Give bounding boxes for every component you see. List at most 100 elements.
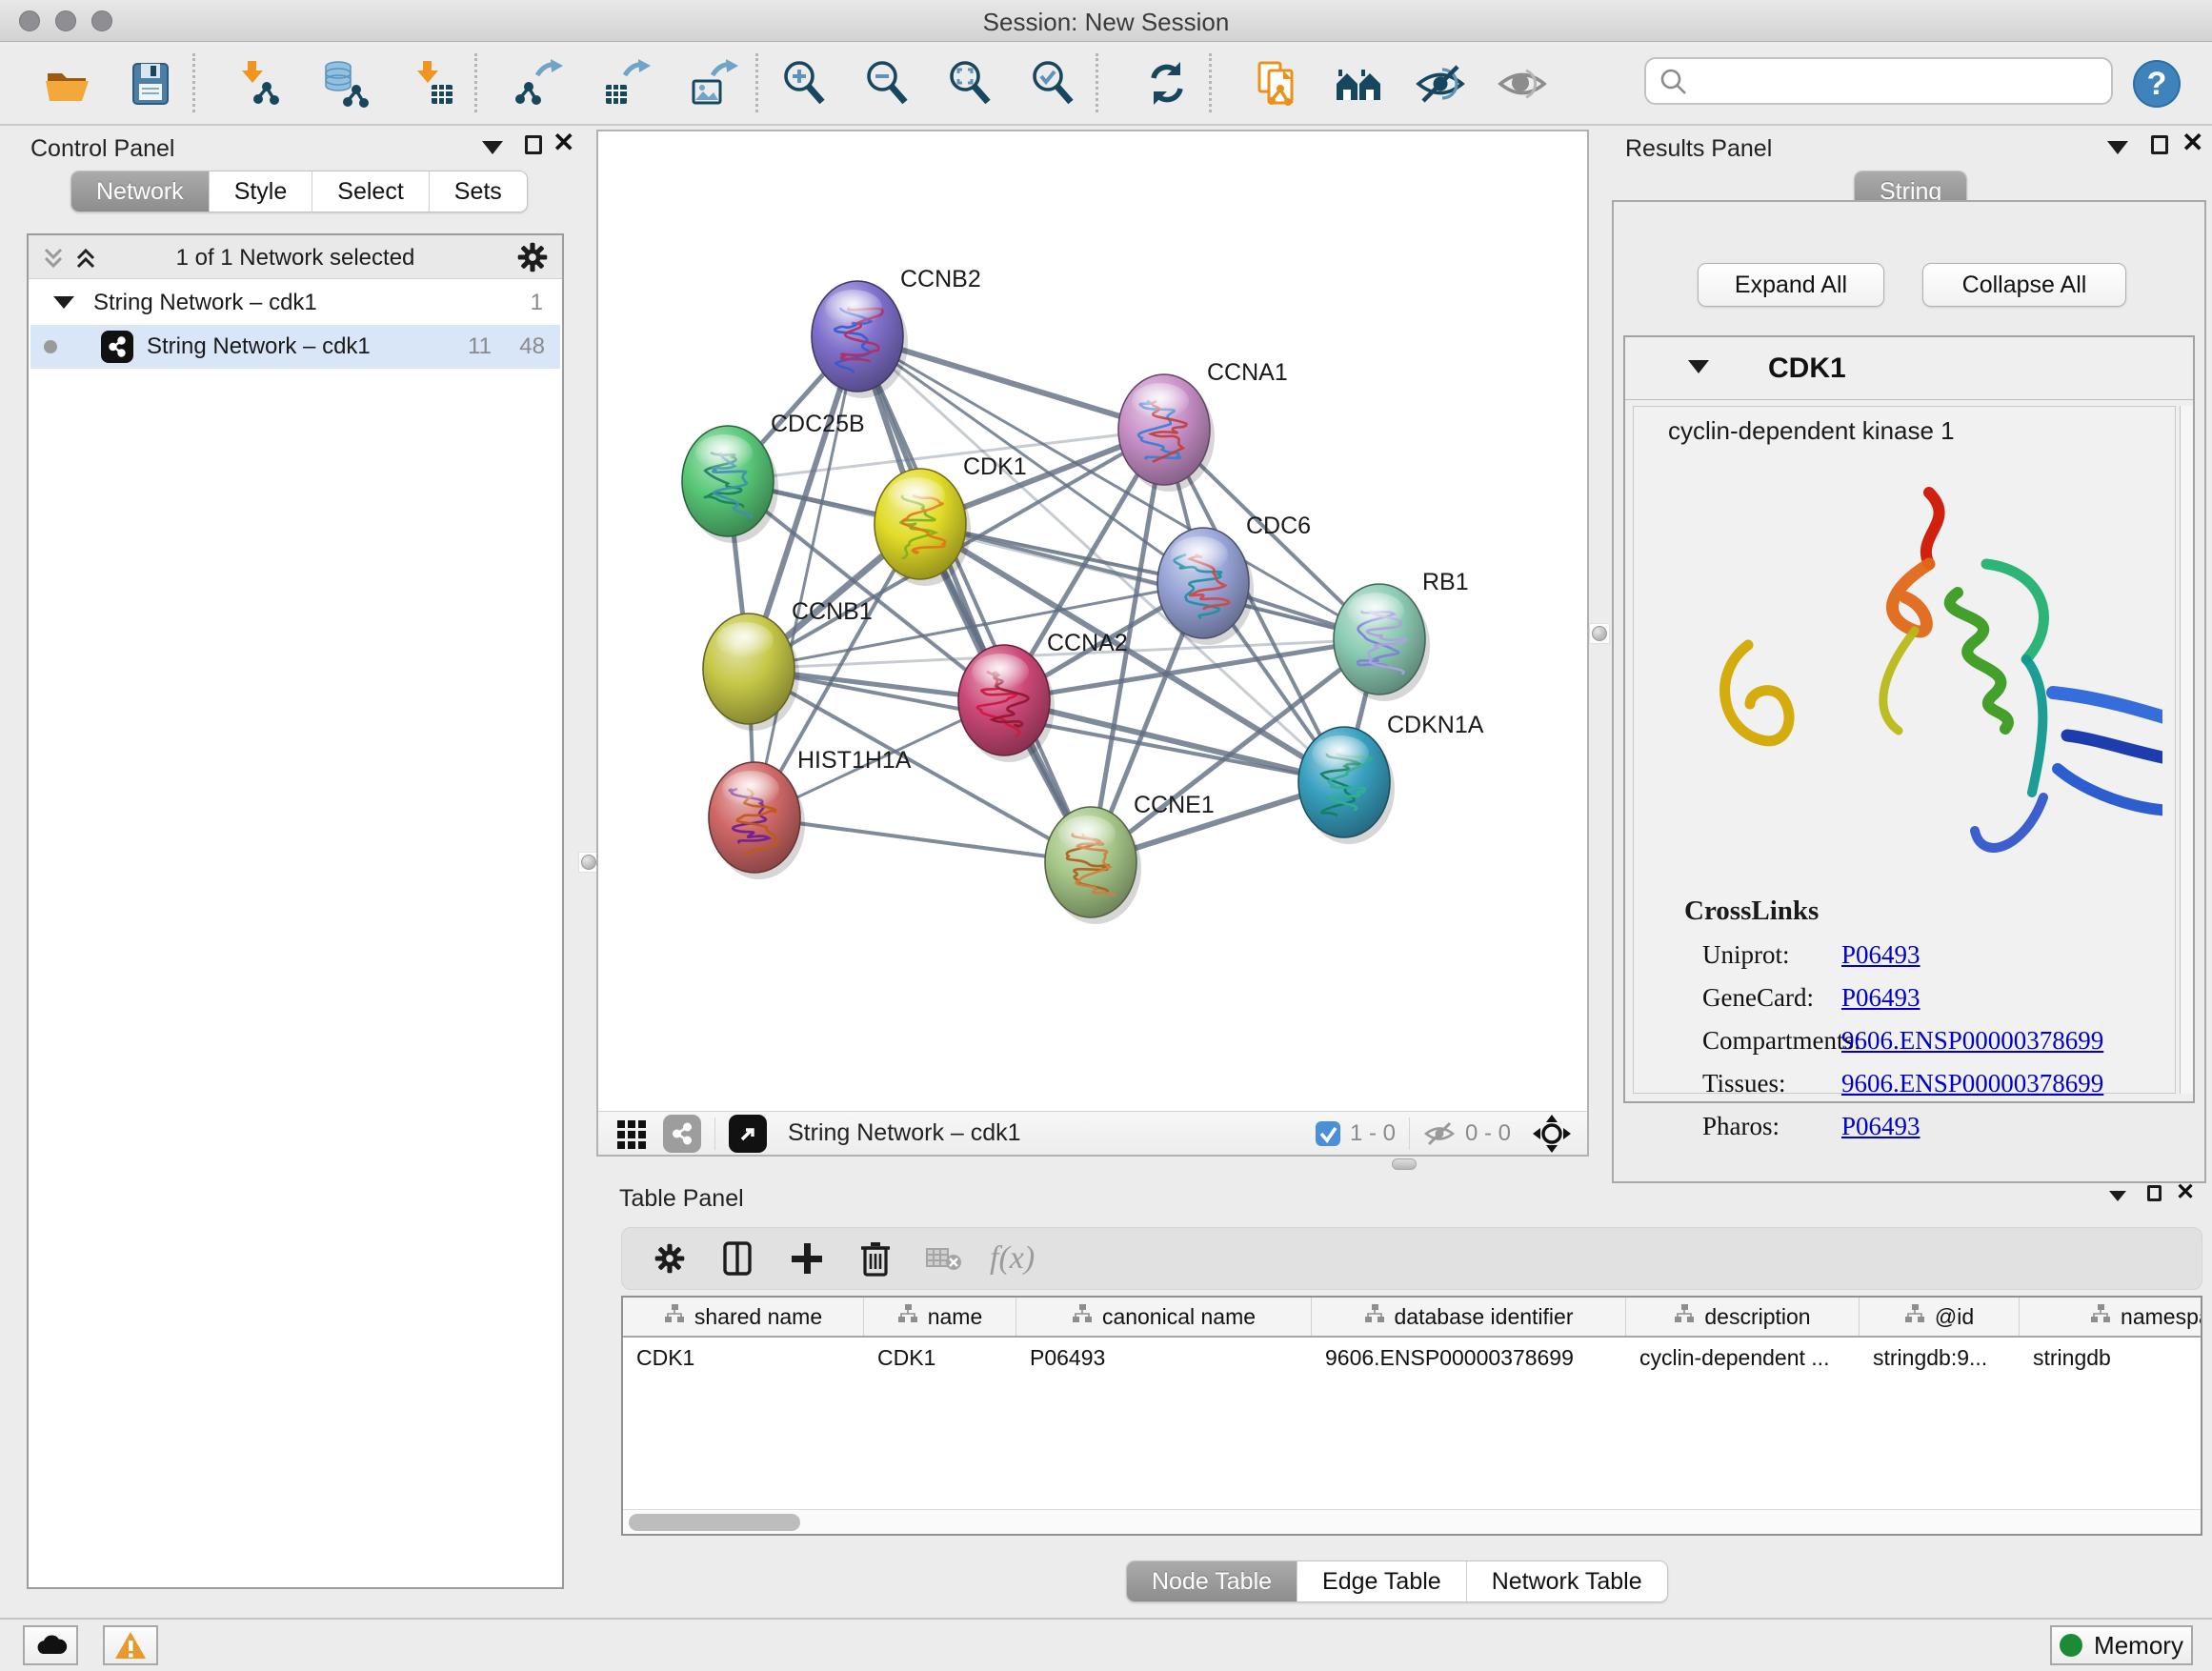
crosslink-link-pharos[interactable]: P06493 <box>1841 1112 1920 1141</box>
show-all-icon[interactable] <box>1494 55 1551 112</box>
node-CDK1[interactable]: CDK1 <box>875 453 1027 586</box>
cell[interactable]: cyclin-dependent ... <box>1626 1338 1860 1379</box>
node-CDC25B[interactable]: CDC25B <box>682 411 865 543</box>
cloud-status-button[interactable] <box>23 1625 78 1665</box>
tab-network-table[interactable]: Network Table <box>1467 1561 1667 1601</box>
node-CCNA1[interactable]: CCNA1 <box>1118 359 1288 492</box>
expand-all-button[interactable]: Expand All <box>1698 263 1884 307</box>
import-table-icon[interactable] <box>404 55 461 112</box>
tab-node-table[interactable]: Node Table <box>1127 1561 1297 1601</box>
cdk1-result-card: CDK1 cyclin-dependent kinase 1 CrossLink… <box>1623 335 2195 1103</box>
results-scrollbar[interactable] <box>2180 406 2193 1094</box>
column-header-namespace[interactable]: namespace <box>2020 1298 2202 1336</box>
column-header-shared-name[interactable]: shared name <box>623 1298 864 1336</box>
zoom-in-icon[interactable] <box>776 55 834 112</box>
tab-style[interactable]: Style <box>210 171 313 211</box>
column-header-database-identifier[interactable]: database identifier <box>1312 1298 1626 1336</box>
cell[interactable]: CDK1 <box>864 1338 1016 1379</box>
network-options-gear-icon[interactable] <box>516 241 549 278</box>
result-card-body: cyclin-dependent kinase 1 CrossLinks Uni… <box>1633 406 2176 1094</box>
bottom-splitter-handle[interactable] <box>1392 1158 1417 1170</box>
panel-close-icon[interactable]: ✕ <box>2182 133 2203 152</box>
search-box[interactable] <box>1644 57 2113 105</box>
result-card-header[interactable]: CDK1 <box>1625 337 2193 400</box>
crosslink-link-compartments[interactable]: 9606.ENSP00000378699 <box>1841 1026 2103 1056</box>
cell[interactable]: stringdb:9... <box>1860 1338 2020 1379</box>
network-view[interactable]: CCNB2 CCNA1 CDC25B CDK1 CDC6 RB1 CCNB1 C… <box>596 130 1589 1157</box>
panel-close-icon[interactable]: ✕ <box>2176 1183 2195 1202</box>
table-hscrollbar[interactable] <box>623 1509 2201 1534</box>
node-HIST1H1A[interactable]: HIST1H1A <box>709 747 912 879</box>
svg-text:CDKN1A: CDKN1A <box>1387 712 1484 738</box>
collapse-all-button[interactable]: Collapse All <box>1922 263 2126 307</box>
cell[interactable]: 9606.ENSP00000378699 <box>1312 1338 1626 1379</box>
panel-float-icon[interactable] <box>2147 1185 2162 1201</box>
crosslink-link-genecard[interactable]: P06493 <box>1841 983 1920 1013</box>
zoom-selected-icon[interactable] <box>1025 55 1082 112</box>
birdseye-toggle-icon[interactable] <box>1532 1114 1572 1154</box>
cell[interactable]: stringdb <box>2020 1338 2202 1379</box>
hide-selected-icon[interactable] <box>1412 55 1469 112</box>
birdseye-grid-icon[interactable] <box>615 1117 650 1151</box>
zoom-out-icon[interactable] <box>859 55 916 112</box>
export-image-icon[interactable] <box>685 55 742 112</box>
collapse-section-icon[interactable] <box>1688 360 1709 373</box>
cell[interactable]: CDK1 <box>623 1338 864 1379</box>
column-header--id[interactable]: @id <box>1860 1298 2020 1336</box>
scrollbar-thumb[interactable] <box>629 1514 800 1531</box>
node-CDC6[interactable]: CDC6 <box>1157 513 1311 645</box>
column-header-description[interactable]: description <box>1626 1298 1860 1336</box>
open-in-browser-icon[interactable] <box>729 1115 767 1153</box>
memory-label: Memory <box>2094 1631 2183 1661</box>
save-session-icon[interactable] <box>122 55 179 112</box>
node-table[interactable]: shared namenamecanonical namedatabase id… <box>621 1296 2202 1536</box>
cell[interactable]: P06493 <box>1016 1338 1312 1379</box>
duplicate-network-icon[interactable] <box>1248 55 1305 112</box>
tree-expand-icon[interactable] <box>53 296 74 309</box>
node-CCNB2[interactable]: CCNB2 <box>812 266 981 398</box>
import-database-icon[interactable] <box>316 55 373 112</box>
export-network-icon[interactable] <box>510 55 567 112</box>
crosslink-link-uniprot[interactable]: P06493 <box>1841 940 1920 970</box>
delete-column-icon[interactable] <box>855 1238 896 1279</box>
first-neighbors-icon[interactable] <box>1330 55 1387 112</box>
tab-edge-table[interactable]: Edge Table <box>1297 1561 1467 1601</box>
tab-select[interactable]: Select <box>312 171 429 211</box>
network-row[interactable]: String Network – cdk1 11 48 <box>30 325 560 369</box>
selected-checkbox-icon[interactable] <box>1314 1119 1342 1148</box>
column-header-canonical-name[interactable]: canonical name <box>1016 1298 1312 1336</box>
table-panel-title: Table Panel <box>619 1185 744 1213</box>
panel-float-icon[interactable] <box>525 135 542 154</box>
table-row[interactable]: CDK1CDK1P064939606.ENSP00000378699cyclin… <box>623 1338 2201 1379</box>
application-window: Session: New Session ? Control Panel ✕ N… <box>0 0 2212 1671</box>
panel-menu-icon[interactable] <box>482 141 503 154</box>
crosslink-link-tissues[interactable]: 9606.ENSP00000378699 <box>1841 1069 2103 1098</box>
refresh-icon[interactable] <box>1138 55 1196 112</box>
help-icon[interactable]: ? <box>2128 55 2185 112</box>
node-RB1[interactable]: RB1 <box>1334 569 1469 701</box>
network-collection-row[interactable]: String Network – cdk1 1 <box>30 281 560 325</box>
export-table-icon[interactable] <box>597 55 654 112</box>
sort-tree-icon <box>2090 1303 2111 1330</box>
warnings-button[interactable] <box>103 1625 158 1665</box>
network-graph[interactable]: CCNB2 CCNA1 CDC25B CDK1 CDC6 RB1 CCNB1 C… <box>598 131 1587 1111</box>
add-column-icon[interactable] <box>786 1238 828 1279</box>
node-CCNE1[interactable]: CCNE1 <box>1045 792 1215 924</box>
tab-network[interactable]: Network <box>71 171 210 211</box>
tab-sets[interactable]: Sets <box>430 171 527 211</box>
right-splitter-handle[interactable] <box>1589 623 1610 644</box>
column-header-name[interactable]: name <box>864 1298 1016 1336</box>
panel-menu-icon[interactable] <box>2107 141 2128 154</box>
panel-float-icon[interactable] <box>2151 135 2168 154</box>
search-input[interactable] <box>1696 63 2096 99</box>
memory-button[interactable]: Memory <box>2050 1625 2193 1665</box>
fit-content-icon[interactable] <box>942 55 999 112</box>
panel-menu-icon[interactable] <box>2109 1191 2126 1201</box>
import-network-icon[interactable] <box>229 55 286 112</box>
open-session-icon[interactable] <box>38 55 95 112</box>
string-view-icon[interactable] <box>663 1115 701 1153</box>
panel-close-icon[interactable]: ✕ <box>553 133 574 152</box>
node-CDKN1A[interactable]: CDKN1A <box>1298 712 1484 844</box>
show-columns-icon[interactable] <box>717 1238 759 1279</box>
table-options-gear-icon[interactable] <box>649 1238 691 1279</box>
